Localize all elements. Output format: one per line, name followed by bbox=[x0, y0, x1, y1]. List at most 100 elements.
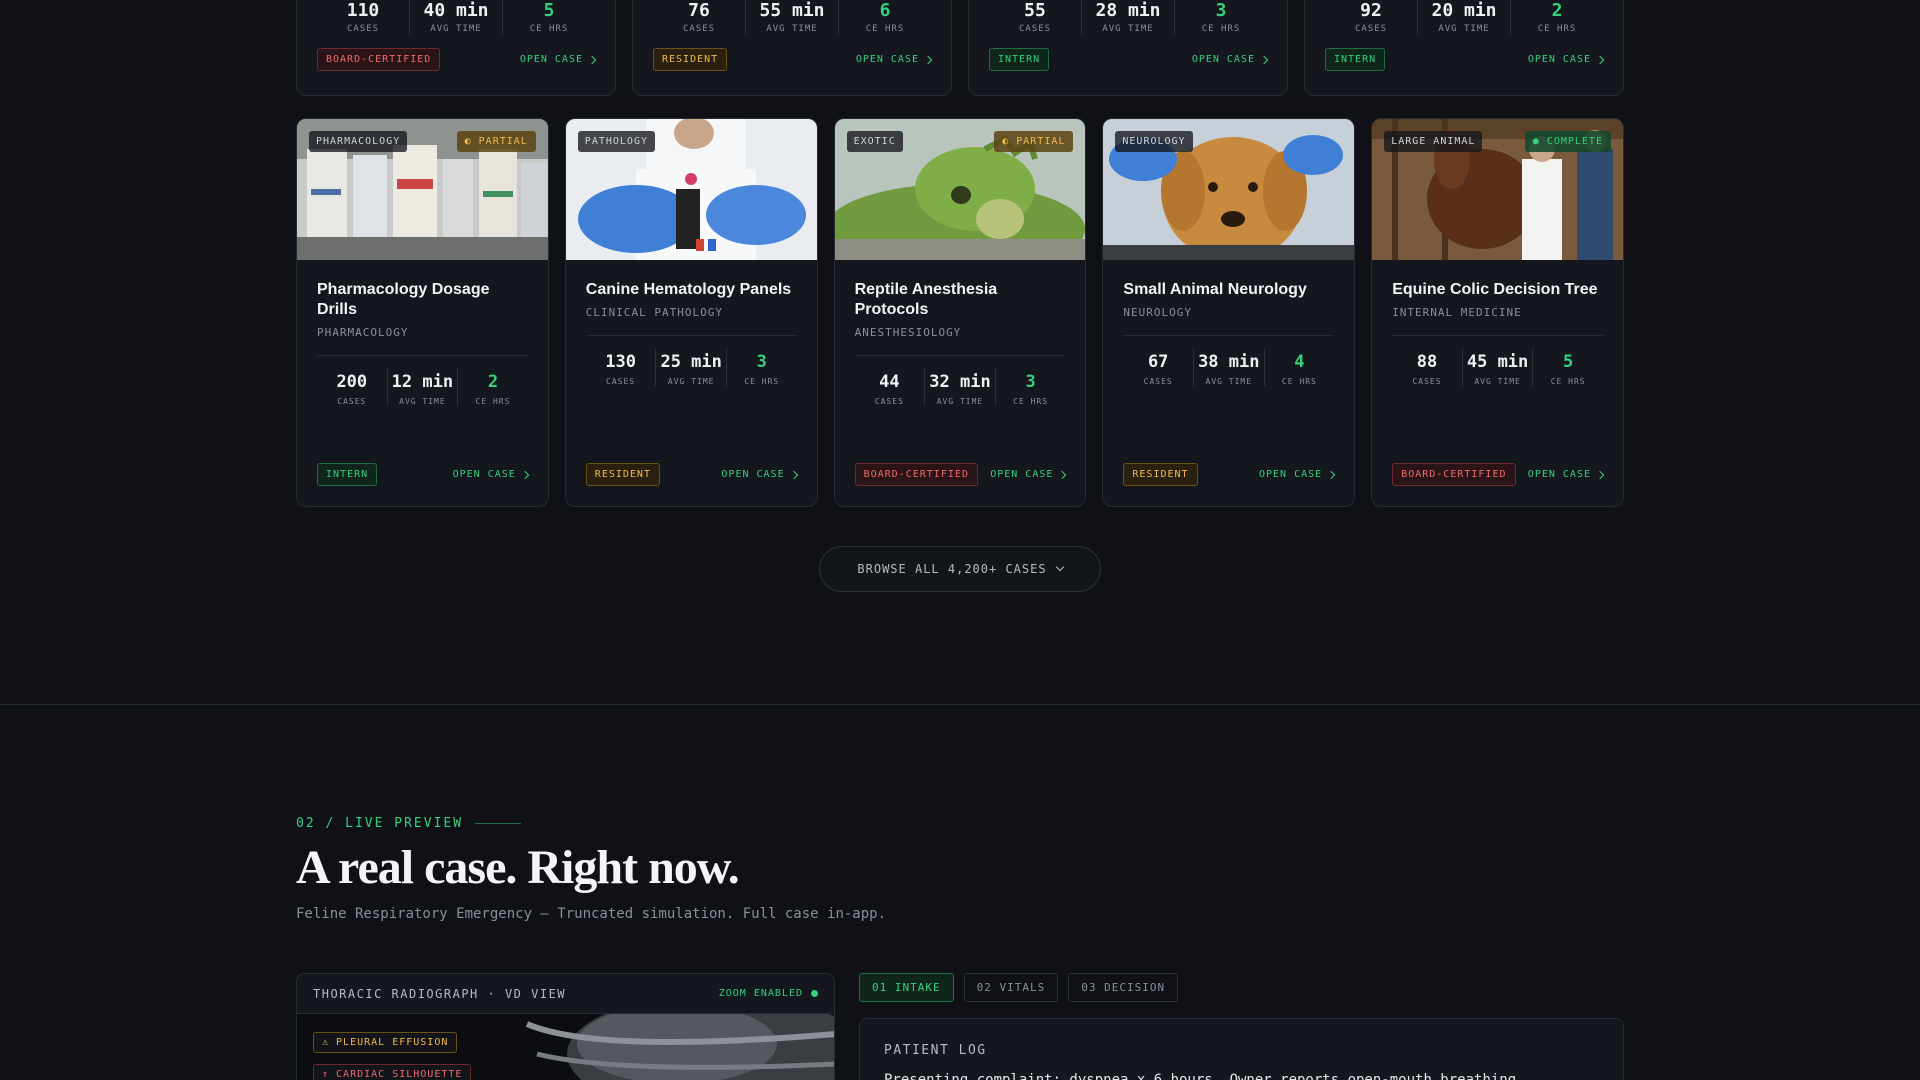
level-badge: INTERN bbox=[317, 463, 378, 486]
tab-intake[interactable]: 01 INTAKE bbox=[859, 973, 954, 1002]
open-case-link[interactable]: OPEN CASE bbox=[721, 469, 798, 480]
patient-log-panel: PATIENT LOG Presenting complaint: dyspne… bbox=[859, 1018, 1624, 1080]
divider bbox=[1392, 335, 1603, 336]
open-case-link[interactable]: OPEN CASE bbox=[453, 469, 530, 480]
section-headline: A real case. Right now. bbox=[296, 841, 740, 894]
level-badge: INTERN bbox=[1325, 48, 1386, 71]
chevron-right-icon bbox=[520, 470, 530, 479]
section-subline: Feline Respiratory Emergency — Truncated… bbox=[296, 906, 887, 922]
finding-cardiac-silhouette[interactable]: ↑ CARDIAC SILHOUETTE bbox=[313, 1064, 472, 1080]
level-badge: RESIDENT bbox=[1123, 463, 1198, 486]
stat-ce-hrs: 4 CE HRS bbox=[1263, 348, 1335, 386]
stat-avg-time: 40 min AVG TIME bbox=[409, 0, 502, 34]
stat-ce-hrs: 5 CE HRS bbox=[1532, 348, 1603, 386]
open-case-link[interactable]: OPEN CASE bbox=[520, 54, 597, 65]
case-title: Equine Colic Decision Tree bbox=[1392, 281, 1598, 298]
case-thumbnail: PATHOLOGY bbox=[565, 119, 817, 260]
progress-status: ◐ PARTIAL bbox=[994, 131, 1074, 152]
finding-pleural-effusion[interactable]: ⚠ PLEURAL EFFUSION bbox=[313, 1032, 458, 1053]
case-card[interactable]: 110 CASES 40 min AVG TIME 5 CE HRS BOARD-CE… bbox=[296, 0, 616, 96]
stat-ce-hrs: 6 CE HRS bbox=[838, 0, 931, 34]
open-case-link[interactable]: OPEN CASE bbox=[1528, 469, 1605, 480]
stat-avg-time: 55 min AVG TIME bbox=[745, 0, 838, 34]
case-card-reptile-anesthesia[interactable]: EXOTIC ◐ PARTIAL Reptile Anesthesia Prot… bbox=[833, 118, 1087, 507]
case-card-pharmacology[interactable]: PHARMACOLOGY ◐ PARTIAL Pharmacology Dosa… bbox=[296, 118, 549, 507]
card-stats: 130 CASES 25 min AVG TIME 3 CE HRS bbox=[586, 348, 797, 386]
case-thumbnail: PHARMACOLOGY ◐ PARTIAL bbox=[297, 119, 548, 260]
stat-avg-time: 25 min AVG TIME bbox=[655, 348, 726, 386]
open-case-link[interactable]: OPEN CASE bbox=[1528, 54, 1605, 65]
case-card[interactable]: 76 CASES 55 min AVG TIME 6 CE HRS RESIDENT … bbox=[632, 0, 952, 96]
stat-cases: 200 CASES bbox=[336, 372, 368, 406]
case-card[interactable]: 92 CASES 20 min AVG TIME 2 CE HRS INTERN OP… bbox=[1304, 0, 1624, 96]
stat-avg-time: 28 min AVG TIME bbox=[1081, 0, 1174, 34]
case-discipline: INTERNAL MEDICINE bbox=[1392, 306, 1522, 319]
case-title: Small Animal Neurology bbox=[1123, 281, 1307, 298]
case-thumbnail: EXOTIC ◐ PARTIAL bbox=[834, 119, 1086, 260]
eyebrow-label: 02 / LIVE PREVIEW bbox=[296, 816, 464, 831]
radiograph-header: THORACIC RADIOGRAPH · VD VIEW ZOOM ENABL… bbox=[297, 974, 834, 1014]
stat-ce-hrs: 2 CE HRS bbox=[1510, 0, 1603, 34]
open-case-link[interactable]: OPEN CASE bbox=[856, 54, 933, 65]
specialty-tag: NEUROLOGY bbox=[1115, 131, 1193, 152]
open-case-link[interactable]: OPEN CASE bbox=[1259, 469, 1336, 480]
stat-cases: 44 CASES bbox=[874, 372, 904, 406]
open-case-link[interactable]: OPEN CASE bbox=[990, 469, 1067, 480]
browse-label: BROWSE ALL 4,200+ CASES bbox=[857, 562, 1047, 576]
case-card[interactable]: 55 CASES 28 min AVG TIME 3 CE HRS INTERN OP… bbox=[968, 0, 1288, 96]
stat-avg-time: 12 min AVG TIME bbox=[386, 368, 458, 406]
case-title: Canine Hematology Panels bbox=[585, 281, 792, 298]
stat-ce-hrs: 3 CE HRS bbox=[994, 368, 1066, 406]
card-stats: 200 CASES 12 min AVG TIME 2 CE HRS bbox=[317, 368, 528, 406]
case-thumbnail: NEUROLOGY bbox=[1103, 119, 1355, 260]
card-stats: 92 CASES 20 min AVG TIME 2 CE HRS bbox=[1325, 0, 1603, 34]
stat-ce-hrs: 5 CE HRS bbox=[502, 0, 595, 34]
zoom-indicator: ZOOM ENABLED bbox=[719, 988, 818, 999]
chevron-right-icon bbox=[1595, 470, 1605, 479]
case-discipline: NEUROLOGY bbox=[1123, 306, 1192, 319]
case-step-tabs: 01 INTAKE 02 VITALS 03 DECISION bbox=[859, 973, 1179, 1002]
level-badge: BOARD-CERTIFIED bbox=[317, 48, 441, 71]
stat-avg-time: 38 min AVG TIME bbox=[1192, 348, 1264, 386]
top-card-row: 110 CASES 40 min AVG TIME 5 CE HRS BOARD-CE… bbox=[296, 0, 1624, 96]
stat-cases: 67 CASES bbox=[1143, 352, 1173, 386]
stat-cases: 76 CASES bbox=[682, 0, 716, 34]
tab-decision[interactable]: 03 DECISION bbox=[1068, 973, 1179, 1002]
level-badge: RESIDENT bbox=[653, 48, 728, 71]
specialty-tag: PATHOLOGY bbox=[577, 131, 655, 152]
card-stats: 88 CASES 45 min AVG TIME 5 CE HRS bbox=[1392, 348, 1603, 386]
stat-ce-hrs: 3 CE HRS bbox=[1174, 0, 1267, 34]
stat-avg-time: 32 min AVG TIME bbox=[924, 368, 995, 406]
case-card-equine-colic[interactable]: LARGE ANIMAL ● COMPLETE Equine Colic Dec… bbox=[1371, 118, 1624, 507]
stat-avg-time: 45 min AVG TIME bbox=[1461, 348, 1533, 386]
tab-vitals[interactable]: 02 VITALS bbox=[963, 973, 1059, 1002]
chevron-right-icon bbox=[1058, 470, 1067, 479]
level-badge: INTERN bbox=[989, 48, 1050, 71]
progress-status: ◐ PARTIAL bbox=[456, 131, 536, 152]
case-card-neurology[interactable]: NEUROLOGY Small Animal Neurology NEUROLO… bbox=[1102, 118, 1356, 507]
case-thumbnail: LARGE ANIMAL ● COMPLETE bbox=[1372, 119, 1623, 260]
case-card-hematology[interactable]: PATHOLOGY Canine Hematology Panels CLINI… bbox=[564, 118, 818, 507]
specialty-tag: PHARMACOLOGY bbox=[309, 131, 408, 152]
browse-all-cases-button[interactable]: BROWSE ALL 4,200+ CASES bbox=[819, 546, 1101, 592]
specialty-tag: EXOTIC bbox=[846, 131, 903, 152]
patient-log-title: PATIENT LOG bbox=[884, 1043, 987, 1058]
stat-cases: 92 CASES bbox=[1354, 0, 1388, 34]
case-discipline: CLINICAL PATHOLOGY bbox=[585, 306, 724, 319]
case-discipline: PHARMACOLOGY bbox=[317, 326, 409, 339]
case-card-grid: PHARMACOLOGY ◐ PARTIAL Pharmacology Dosa… bbox=[296, 118, 1624, 507]
chevron-right-icon bbox=[1326, 470, 1336, 479]
chevron-right-icon bbox=[789, 470, 798, 479]
card-stats: 44 CASES 32 min AVG TIME 3 CE HRS bbox=[855, 368, 1066, 406]
level-badge: BOARD-CERTIFIED bbox=[854, 463, 978, 486]
chevron-down-icon bbox=[1055, 562, 1064, 572]
specialty-tag: LARGE ANIMAL bbox=[1384, 131, 1483, 152]
divider bbox=[317, 355, 528, 356]
patient-log-text: Presenting complaint: dyspnea x 6 hours.… bbox=[884, 1072, 1525, 1080]
case-title: Reptile Anesthesia Protocols bbox=[854, 281, 998, 318]
chevron-right-icon bbox=[1259, 55, 1269, 64]
open-case-link[interactable]: OPEN CASE bbox=[1192, 54, 1269, 65]
section-eyebrow: 02 / LIVE PREVIEW bbox=[296, 816, 522, 831]
radiograph-viewer[interactable]: THORACIC RADIOGRAPH · VD VIEW ZOOM ENABL… bbox=[296, 973, 835, 1080]
stat-avg-time: 20 min AVG TIME bbox=[1417, 0, 1510, 34]
